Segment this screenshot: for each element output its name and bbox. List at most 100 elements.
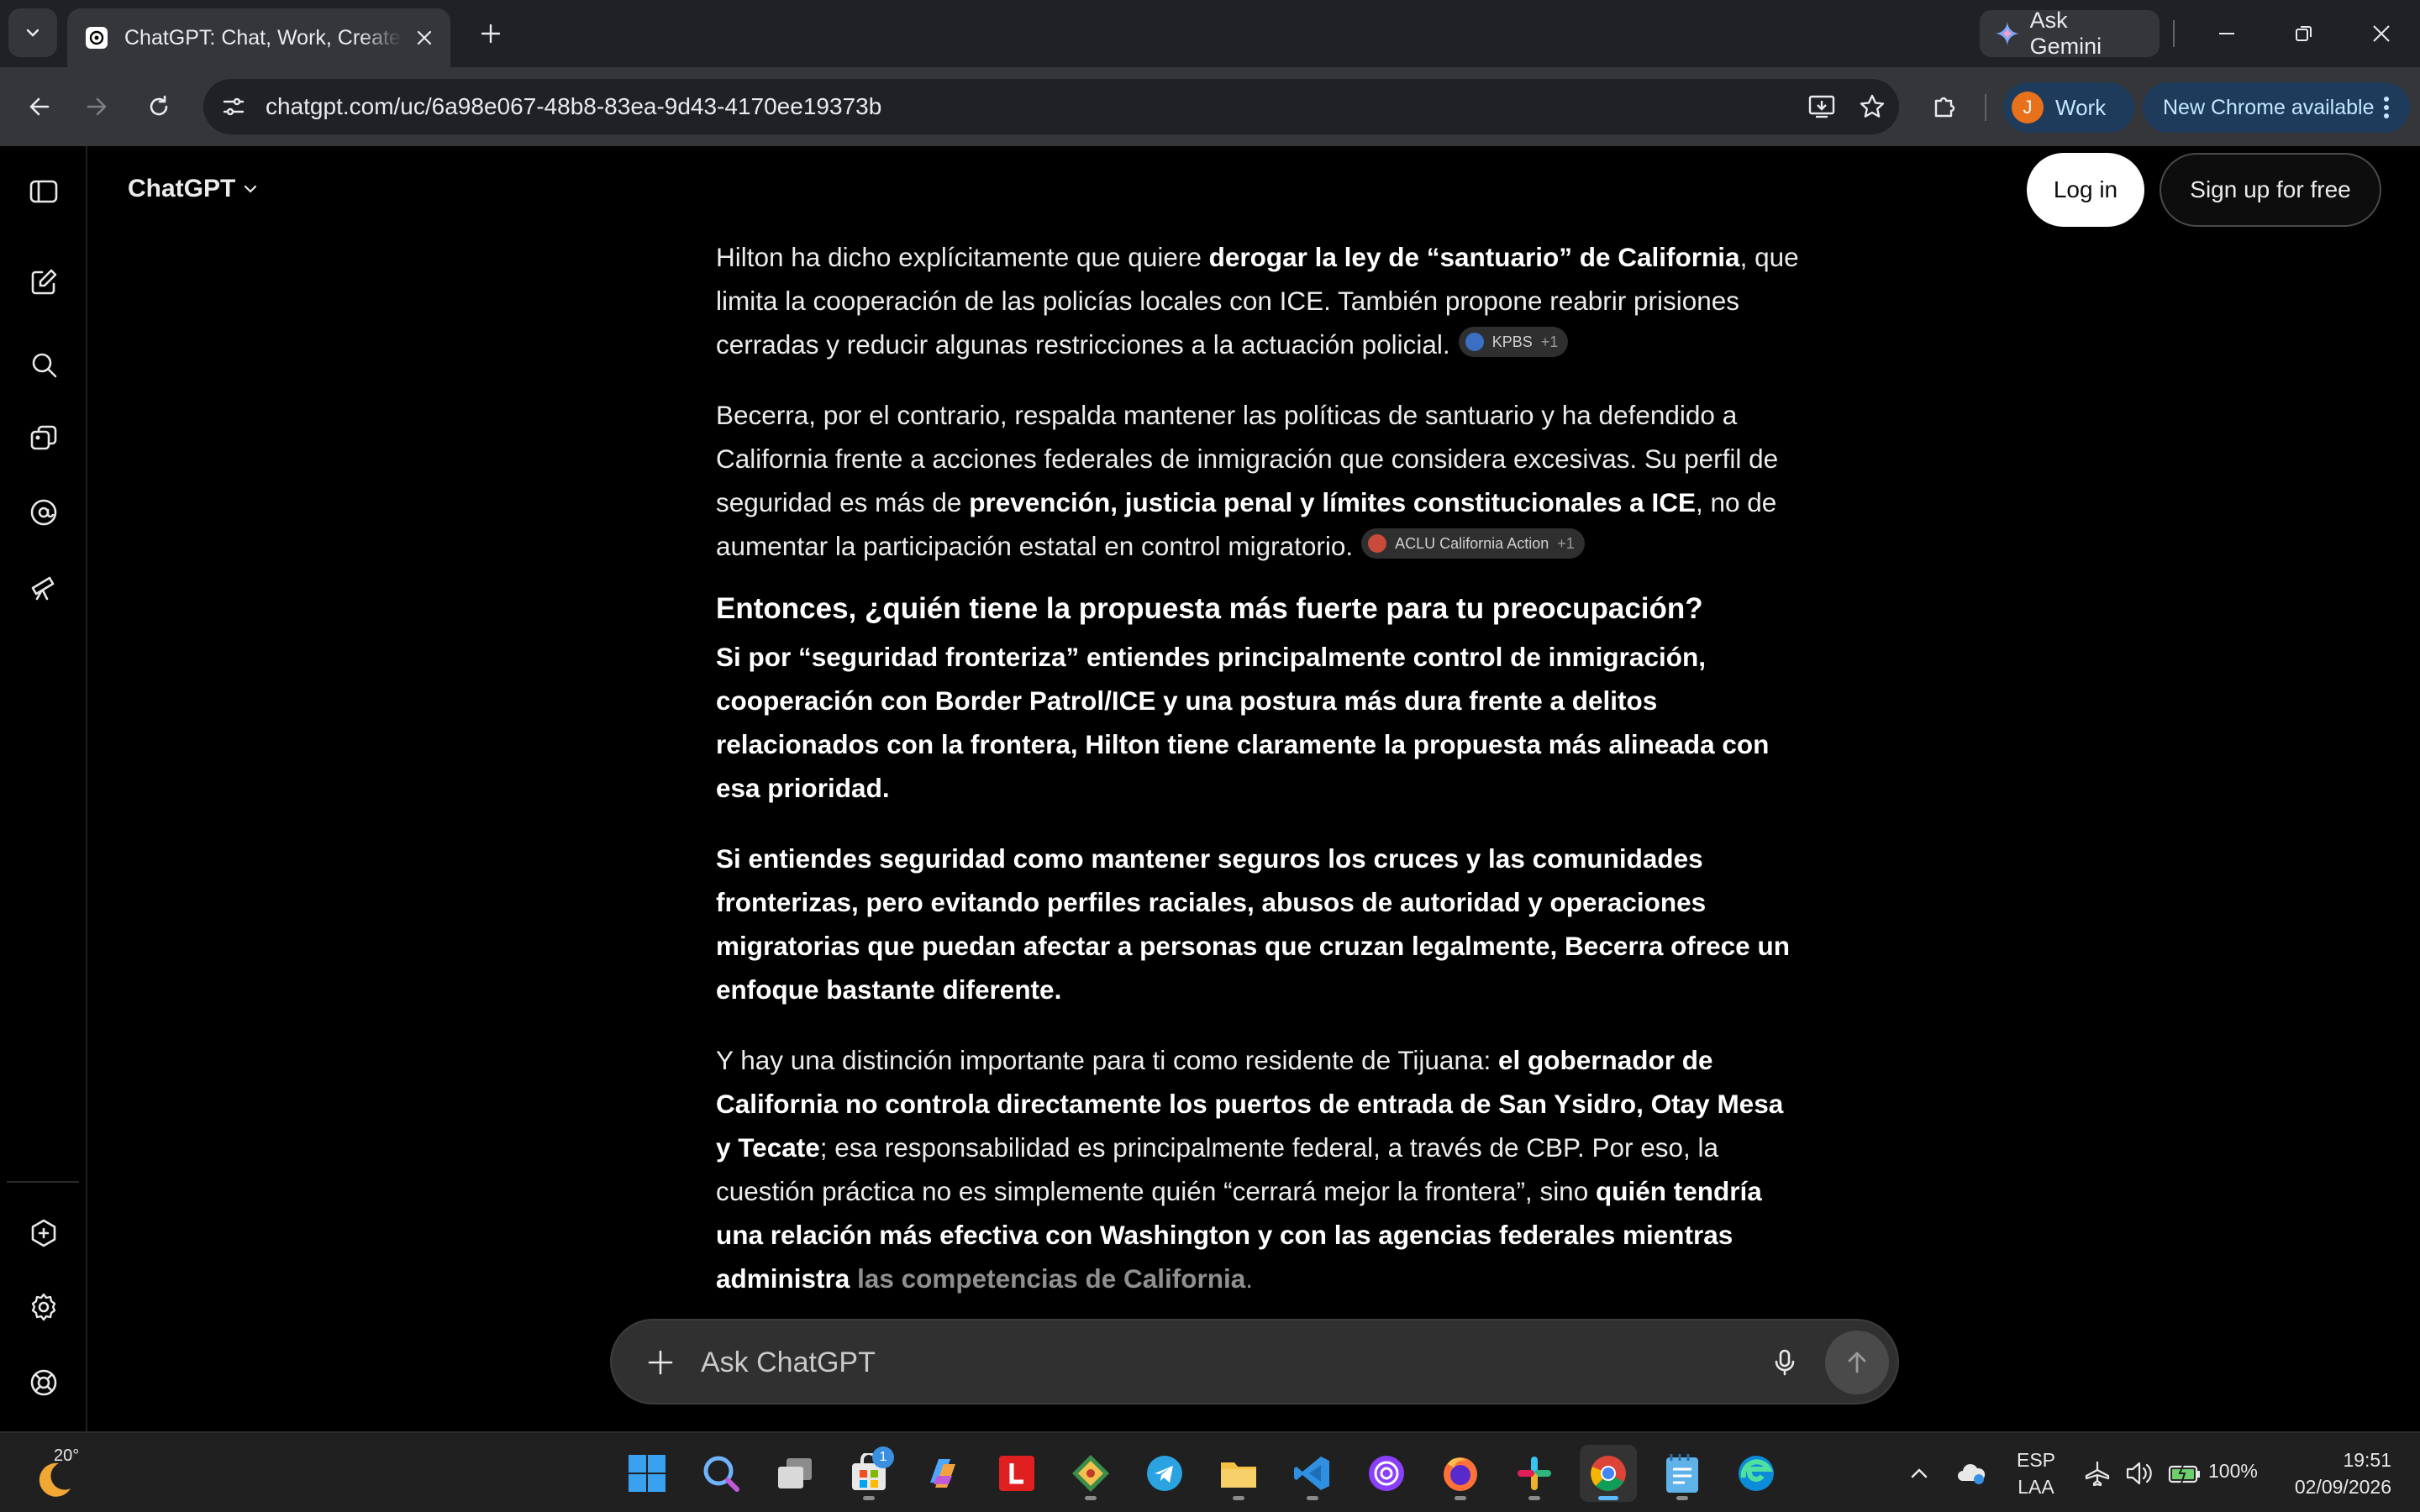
url-text[interactable]: chatgpt.com/uc/6a98e067-48b8-83ea-9d43-4… — [266, 93, 881, 120]
bold-text: prevención, justicia penal y límites con… — [969, 487, 1696, 517]
text-run: Hilton ha dicho explícitamente que quier… — [716, 242, 1209, 272]
help-button[interactable] — [24, 1362, 64, 1403]
forward-button[interactable] — [76, 86, 118, 128]
attach-button[interactable] — [642, 1344, 679, 1381]
upgrade-button[interactable] — [24, 1213, 64, 1253]
taskbar-start[interactable] — [618, 1445, 676, 1502]
chevron-down-icon — [26, 29, 39, 37]
edge-icon — [1739, 1456, 1774, 1491]
app-sidebar — [0, 146, 87, 1431]
taskbar-chrome[interactable] — [1580, 1445, 1637, 1502]
openai-logo-icon — [84, 25, 109, 50]
system-clock[interactable]: 19:51 02/09/2026 — [2269, 1446, 2391, 1500]
gear-icon — [31, 1293, 56, 1321]
chrome-update-button[interactable]: New Chrome available — [2143, 82, 2410, 133]
taskbar-git-app[interactable] — [1062, 1445, 1119, 1502]
composer — [610, 1319, 1899, 1404]
taskbar-firefox[interactable] — [1432, 1445, 1489, 1502]
bold-text-faded: las competencias de California — [857, 1263, 1246, 1294]
bookmark-star-icon[interactable] — [1855, 90, 1889, 123]
new-chat-button[interactable] — [24, 262, 64, 302]
gemini-sparkle-icon — [1995, 22, 2019, 45]
explore-button[interactable] — [24, 566, 64, 606]
address-bar[interactable]: chatgpt.com/uc/6a98e067-48b8-83ea-9d43-4… — [203, 79, 1899, 134]
images-icon — [30, 425, 57, 450]
citation-aclu[interactable]: ACLU California Action +1 — [1361, 528, 1585, 559]
show-hidden-icons-button[interactable] — [1902, 1457, 1936, 1490]
extensions-button[interactable] — [1926, 87, 1965, 126]
settings-button[interactable] — [24, 1287, 64, 1327]
diamond-app-icon — [1072, 1455, 1109, 1492]
signup-button[interactable]: Sign up for free — [2160, 153, 2381, 227]
close-window-button[interactable] — [2358, 12, 2405, 55]
tab-close-button[interactable] — [412, 25, 437, 50]
taskbar-copilot[interactable] — [914, 1445, 971, 1502]
plus-icon — [648, 1350, 673, 1375]
reload-icon — [150, 95, 168, 116]
profile-chip[interactable]: J Work — [2003, 82, 2134, 133]
edit-pencil-icon — [31, 269, 57, 295]
dictate-button[interactable] — [1766, 1344, 1803, 1381]
new-tab-button[interactable] — [474, 17, 508, 50]
taskbar-podcast-app[interactable] — [1358, 1445, 1415, 1502]
ask-gemini-button[interactable]: Ask Gemini — [1980, 8, 2160, 59]
taskbar-vscode[interactable] — [1284, 1445, 1341, 1502]
browser-tab-chatgpt[interactable]: ChatGPT: Chat, Work, Create & Learn — [67, 8, 450, 67]
taskbar-telegram[interactable] — [1136, 1445, 1193, 1502]
taskbar-task-view[interactable] — [766, 1445, 823, 1502]
minimize-button[interactable] — [2203, 12, 2250, 55]
close-icon — [417, 30, 432, 45]
tab-title: ChatGPT: Chat, Work, Create & Learn — [124, 25, 402, 50]
copilot-icon — [930, 1459, 955, 1488]
install-app-icon[interactable] — [1805, 90, 1839, 123]
toggle-sidebar-button[interactable] — [24, 171, 64, 212]
running-indicator — [1307, 1496, 1318, 1500]
sidebar-toggle-icon — [29, 180, 58, 203]
brand-title: ChatGPT — [128, 175, 236, 202]
hexagon-plus-icon — [31, 1219, 56, 1247]
text-run: ; esa responsabilidad es principalmente … — [716, 1132, 1719, 1206]
chevron-up-icon — [1911, 1468, 1928, 1478]
back-button[interactable] — [18, 86, 60, 128]
bold-text: Si por “seguridad fronteriza” entiendes … — [716, 642, 1770, 803]
taskbar-slack[interactable] — [1506, 1445, 1563, 1502]
source-favicon-icon — [1368, 534, 1387, 553]
reload-button[interactable] — [138, 86, 180, 128]
vscode-icon — [1294, 1457, 1329, 1490]
plus-icon — [481, 24, 501, 44]
taskbar-app-l[interactable] — [988, 1445, 1045, 1502]
taskbar-file-explorer[interactable] — [1210, 1445, 1267, 1502]
airplane-mode-icon[interactable] — [2081, 1457, 2114, 1490]
browser-tab-strip: ChatGPT: Chat, Work, Create & Learn Ask … — [0, 0, 2420, 67]
taskbar-search[interactable] — [692, 1445, 750, 1502]
send-button[interactable] — [1825, 1331, 1889, 1394]
restore-button[interactable] — [2281, 12, 2328, 55]
running-indicator — [1598, 1496, 1618, 1500]
library-button[interactable] — [24, 418, 64, 459]
codex-button[interactable] — [24, 492, 64, 533]
login-button[interactable]: Log in — [2027, 153, 2144, 227]
site-info-icon[interactable] — [217, 90, 250, 123]
onedrive-tray-icon[interactable] — [1954, 1457, 1988, 1490]
weather-widget[interactable]: 20° — [25, 1445, 92, 1502]
model-selector[interactable]: ChatGPT — [128, 175, 260, 203]
ask-gemini-label: Ask Gemini — [2029, 8, 2102, 59]
puzzle-icon — [1934, 97, 1955, 118]
volume-icon[interactable] — [2123, 1457, 2156, 1490]
paragraph-safe-crossings: Si entiendes seguridad como mantener seg… — [716, 837, 1800, 1011]
citation-kpbs[interactable]: KPBS +1 — [1458, 327, 1569, 357]
bold-text: derogar la ley de “santuario” de Califor… — [1208, 242, 1740, 272]
update-label: New Chrome available — [2163, 95, 2375, 119]
input-language-indicator[interactable]: ESP LAA — [2015, 1446, 2057, 1500]
citation-label: ACLU California Action — [1395, 535, 1549, 552]
battery-icon[interactable] — [2168, 1457, 2202, 1490]
taskbar-store[interactable]: 1 — [840, 1445, 897, 1502]
taskbar-notepad[interactable] — [1654, 1445, 1711, 1502]
taskbar-edge[interactable] — [1728, 1445, 1785, 1502]
store-notification-badge: 1 — [872, 1446, 894, 1468]
search-chats-button[interactable] — [24, 344, 64, 385]
tab-search-button[interactable] — [8, 8, 57, 57]
close-icon — [2373, 25, 2390, 42]
browser-toolbar: chatgpt.com/uc/6a98e067-48b8-83ea-9d43-4… — [0, 67, 2420, 146]
prompt-input[interactable] — [701, 1341, 1709, 1384]
